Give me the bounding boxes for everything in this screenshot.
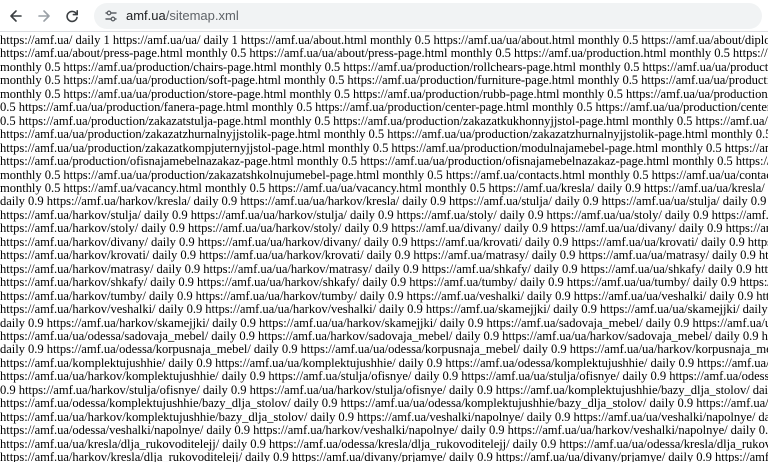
sitemap-text-line: https://amf.ua/harkov/matrasy/ daily 0.9… bbox=[0, 261, 768, 276]
sitemap-text-line: https://amf.ua/ua/production/zakazatzhur… bbox=[0, 127, 768, 142]
arrow-left-icon bbox=[10, 9, 22, 22]
sitemap-text-line: https://amf.ua/harkov/krovati/ daily 0.9… bbox=[0, 248, 768, 263]
sitemap-text-line: https://amf.ua/ua/harkov/komplektujushhi… bbox=[0, 369, 768, 384]
sitemap-text-line: monthly 0.5 https://amf.ua/ua/production… bbox=[0, 167, 768, 182]
sitemap-content: https://amf.ua/ daily 1 https://amf.ua/u… bbox=[0, 32, 768, 462]
sitemap-text-line: https://amf.ua/odessa/veshalki/napolnye/… bbox=[0, 423, 768, 438]
reload-button[interactable] bbox=[58, 2, 86, 30]
sitemap-text-line: monthly 0.5 https://amf.ua/production/ch… bbox=[0, 59, 768, 74]
sitemap-text-line: https://amf.ua/ua/harkov/komplektujushhi… bbox=[0, 409, 768, 424]
site-info-button[interactable] bbox=[102, 7, 120, 25]
forward-button[interactable] bbox=[30, 2, 58, 30]
sitemap-text-line: https://amf.ua/harkov/stoly/ daily 0.9 h… bbox=[0, 221, 768, 236]
tune-icon bbox=[105, 10, 117, 21]
back-button[interactable] bbox=[2, 2, 30, 30]
sitemap-text-line: https://amf.ua/harkov/shkafy/ daily 0.9 … bbox=[0, 275, 768, 290]
sitemap-text-line: https://amf.ua/harkov/tumby/ daily 0.9 h… bbox=[0, 288, 768, 303]
url-path: /sitemap.xml bbox=[165, 8, 239, 23]
sitemap-text-line: daily 0.9 https://amf.ua/harkov/kresla/ … bbox=[0, 194, 768, 209]
sitemap-text-line: https://amf.ua/harkov/stulja/ daily 0.9 … bbox=[0, 207, 768, 222]
sitemap-text-line: monthly 0.5 https://amf.ua/ua/production… bbox=[0, 73, 768, 88]
sitemap-text-line: monthly 0.5 https://amf.ua/vacancy.html … bbox=[0, 180, 768, 195]
sitemap-text-line: 0.5 https://amf.ua/production/zakazatstu… bbox=[0, 113, 768, 128]
sitemap-text-line: 0.5 https://amf.ua/ua/production/fanera-… bbox=[0, 100, 768, 115]
sitemap-text-line: monthly 0.5 https://amf.ua/ua/production… bbox=[0, 86, 768, 101]
sitemap-text-line: https://amf.ua/ua/production/zakazatkomp… bbox=[0, 140, 768, 155]
url-host: amf.ua bbox=[126, 8, 166, 23]
arrow-right-icon bbox=[38, 9, 50, 22]
sitemap-text-line: daily 0.9 https://amf.ua/odessa/korpusna… bbox=[0, 342, 768, 357]
sitemap-text-line: https://amf.ua/production/ofisnajamebeln… bbox=[0, 154, 768, 169]
sitemap-text-line: https://amf.ua/about/press-page.html mon… bbox=[0, 46, 768, 61]
sitemap-text-line: https://amf.ua/ daily 1 https://amf.ua/u… bbox=[0, 33, 768, 47]
browser-toolbar: amf.ua/sitemap.xml bbox=[0, 0, 768, 32]
sitemap-text-line: daily 0.9 https://amf.ua/harkov/skamejjk… bbox=[0, 315, 768, 330]
sitemap-text-line: 0.9 https://amf.ua/harkov/stulja/ofisnye… bbox=[0, 382, 768, 397]
sitemap-text-line: https://amf.ua/ua/odessa/sadovaja_mebel/… bbox=[0, 328, 768, 343]
sitemap-text-line: https://amf.ua/odessa/komplektujushhie/b… bbox=[0, 396, 768, 411]
sitemap-text-line: https://amf.ua/ua/kresla/dlja_rukovodite… bbox=[0, 436, 768, 451]
sitemap-text-line: https://amf.ua/komplektujushhie/ daily 0… bbox=[0, 355, 768, 370]
reload-icon bbox=[66, 9, 78, 22]
sitemap-text-line: https://amf.ua/harkov/divany/ daily 0.9 … bbox=[0, 234, 768, 249]
sitemap-text-line: https://amf.ua/harkov/kresla/dlja_rukovo… bbox=[0, 450, 768, 462]
sitemap-text-line: https://amf.ua/harkov/veshalki/ daily 0.… bbox=[0, 302, 768, 317]
address-bar[interactable]: amf.ua/sitemap.xml bbox=[94, 2, 762, 29]
